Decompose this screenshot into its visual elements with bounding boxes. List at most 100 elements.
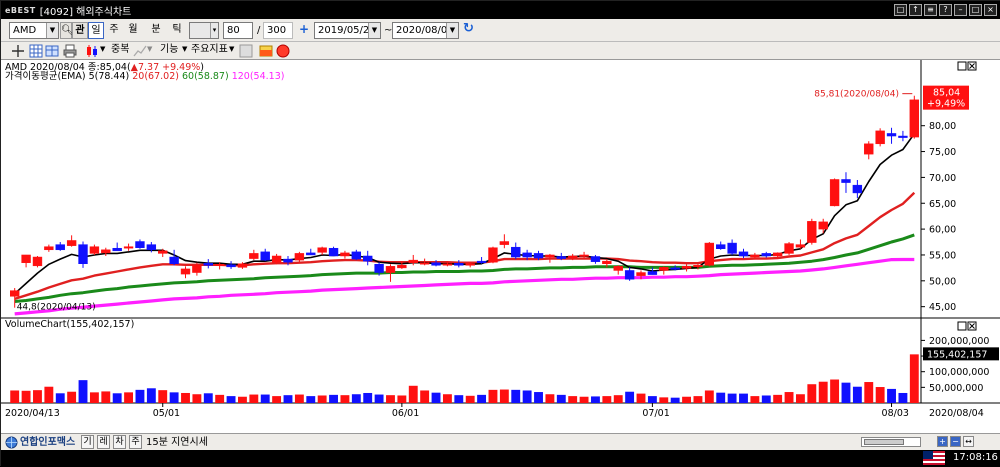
candle-body bbox=[170, 257, 179, 264]
volume-bar bbox=[352, 394, 361, 403]
high-annotation: 85,81(2020/08/04) bbox=[814, 90, 899, 100]
volume-bar bbox=[500, 390, 509, 403]
volume-bar bbox=[716, 393, 725, 403]
chart-area[interactable]: 45,0050,0055,0060,0065,0070,0075,0080,00… bbox=[1, 60, 1000, 433]
menu-button[interactable]: ≡ bbox=[924, 4, 937, 16]
interval-combo[interactable]: ▾ bbox=[189, 22, 219, 39]
tab-gwan[interactable]: 관 bbox=[72, 22, 88, 39]
chevron-down-icon[interactable]: ▼ bbox=[100, 42, 105, 59]
volume-bar bbox=[728, 394, 737, 403]
volume-bar bbox=[637, 394, 646, 403]
chevron-down-icon[interactable]: ▼ bbox=[147, 42, 152, 59]
volume-bar bbox=[397, 395, 406, 403]
candle-body bbox=[545, 255, 554, 257]
volume-bar bbox=[192, 394, 201, 403]
chevron-down-icon[interactable]: ▾ bbox=[210, 23, 218, 38]
candle-body bbox=[261, 252, 270, 260]
tab-weekly[interactable]: 주 bbox=[106, 22, 122, 39]
date-from-value: 2019/05/29 bbox=[318, 25, 376, 36]
news-button-4[interactable]: 주 bbox=[129, 435, 142, 449]
news-button-3[interactable]: 차 bbox=[113, 435, 126, 449]
search-button[interactable]: 🔍︎ bbox=[60, 22, 72, 39]
compare-button[interactable]: 중복 bbox=[111, 42, 129, 59]
price-volume-chart[interactable]: 45,0050,0055,0060,0065,0070,0075,0080,00… bbox=[1, 60, 1000, 433]
volume-bar bbox=[853, 387, 862, 403]
tab-minute[interactable]: 분 bbox=[148, 22, 164, 39]
volume-bar bbox=[819, 382, 828, 403]
candle-type-icon[interactable] bbox=[85, 44, 99, 58]
candle-body bbox=[659, 267, 668, 270]
blank-icon[interactable] bbox=[239, 44, 253, 58]
tab-monthly[interactable]: 월 bbox=[125, 22, 141, 39]
candle-body bbox=[694, 265, 703, 267]
volume-bar bbox=[511, 390, 520, 403]
volume-bar bbox=[272, 396, 281, 403]
last-price-value: 85,04 bbox=[933, 88, 960, 99]
candle-body bbox=[910, 100, 919, 137]
reset-icon[interactable]: ↔ bbox=[963, 436, 974, 447]
candle-body bbox=[363, 256, 372, 261]
scroll-track[interactable] bbox=[861, 437, 921, 447]
candle-body bbox=[682, 266, 691, 268]
grid-icon[interactable] bbox=[29, 44, 43, 58]
volume-bar bbox=[170, 392, 179, 403]
top-button[interactable]: ↑ bbox=[909, 4, 922, 16]
volume-tick-label: 100,000,000 bbox=[929, 367, 989, 378]
indicator-menu[interactable]: 주요지표 bbox=[191, 42, 228, 59]
zoom-in-icon[interactable]: + bbox=[937, 436, 948, 447]
refresh-icon[interactable]: ↻ bbox=[463, 21, 474, 38]
clock: 17:08:16 bbox=[953, 452, 998, 463]
chevron-down-icon[interactable]: ▼ bbox=[446, 23, 458, 38]
us-flag-icon bbox=[923, 451, 945, 465]
minimize-button[interactable]: – bbox=[954, 4, 967, 16]
date-from-input[interactable]: 2019/05/29 ▼ bbox=[314, 22, 381, 39]
print-icon[interactable] bbox=[63, 44, 77, 58]
price-tick-label: 75,00 bbox=[929, 147, 956, 158]
candle-body bbox=[557, 257, 566, 259]
news-source[interactable]: 연합인포맥스 bbox=[20, 436, 75, 449]
volume-bar bbox=[523, 390, 532, 403]
tab-tick[interactable]: 틱 bbox=[169, 22, 185, 39]
table-icon[interactable] bbox=[45, 44, 59, 58]
symbol-combo[interactable]: AMD ▼ bbox=[9, 22, 59, 39]
ema-legend-item: 5(78.44) bbox=[89, 71, 133, 82]
zoom-out-icon[interactable]: − bbox=[950, 436, 961, 447]
volume-bar bbox=[750, 396, 759, 403]
help-button[interactable]: ? bbox=[939, 4, 952, 16]
news-button-1[interactable]: 기 bbox=[81, 435, 94, 449]
chevron-down-icon[interactable]: ▼ bbox=[229, 42, 234, 59]
function-menu[interactable]: 기능 bbox=[160, 42, 178, 59]
volume-bar bbox=[682, 397, 691, 403]
data-icon[interactable] bbox=[259, 44, 273, 58]
news-button-2[interactable]: 레 bbox=[97, 435, 110, 449]
count-input[interactable]: 80 bbox=[223, 22, 253, 39]
candle-body bbox=[249, 253, 258, 258]
toolbar-main: AMD ▼ 🔍︎ 관 일 주 월 분 틱 ▾ 80 / 300 + 2019/0… bbox=[1, 19, 1000, 42]
candle-body bbox=[375, 264, 384, 272]
candle-body bbox=[136, 242, 145, 248]
delay-notice: 15분 지연시세 bbox=[146, 436, 208, 449]
maximize-button[interactable]: □ bbox=[969, 4, 982, 16]
trendline-icon[interactable] bbox=[133, 44, 147, 58]
volume-bar bbox=[306, 396, 315, 403]
scroll-thumb[interactable] bbox=[864, 439, 904, 445]
volume-bar bbox=[887, 389, 896, 403]
date-to-input[interactable]: 2020/08/04 ▼ bbox=[392, 22, 459, 39]
volume-bar bbox=[443, 394, 452, 403]
stock-icon[interactable] bbox=[276, 44, 290, 58]
crosshair-icon[interactable] bbox=[11, 44, 25, 58]
price-tick-label: 55,00 bbox=[929, 250, 956, 261]
x-tick-label: 07/01 bbox=[642, 408, 669, 419]
pin-button[interactable]: □ bbox=[894, 4, 907, 16]
volume-bar bbox=[79, 380, 88, 403]
chevron-down-icon[interactable]: ▼ bbox=[46, 23, 58, 38]
chevron-down-icon[interactable]: ▼ bbox=[368, 23, 380, 38]
close-button[interactable]: × bbox=[984, 4, 997, 16]
date-to-value: 2020/08/04 bbox=[396, 25, 454, 36]
add-icon[interactable]: + bbox=[299, 22, 309, 39]
x-tick-label: 2020/08/04 bbox=[929, 408, 984, 419]
candle-body bbox=[215, 264, 224, 266]
chevron-down-icon[interactable]: ▼ bbox=[182, 42, 187, 59]
tab-daily[interactable]: 일 bbox=[88, 22, 104, 39]
volume-bar bbox=[466, 396, 475, 403]
